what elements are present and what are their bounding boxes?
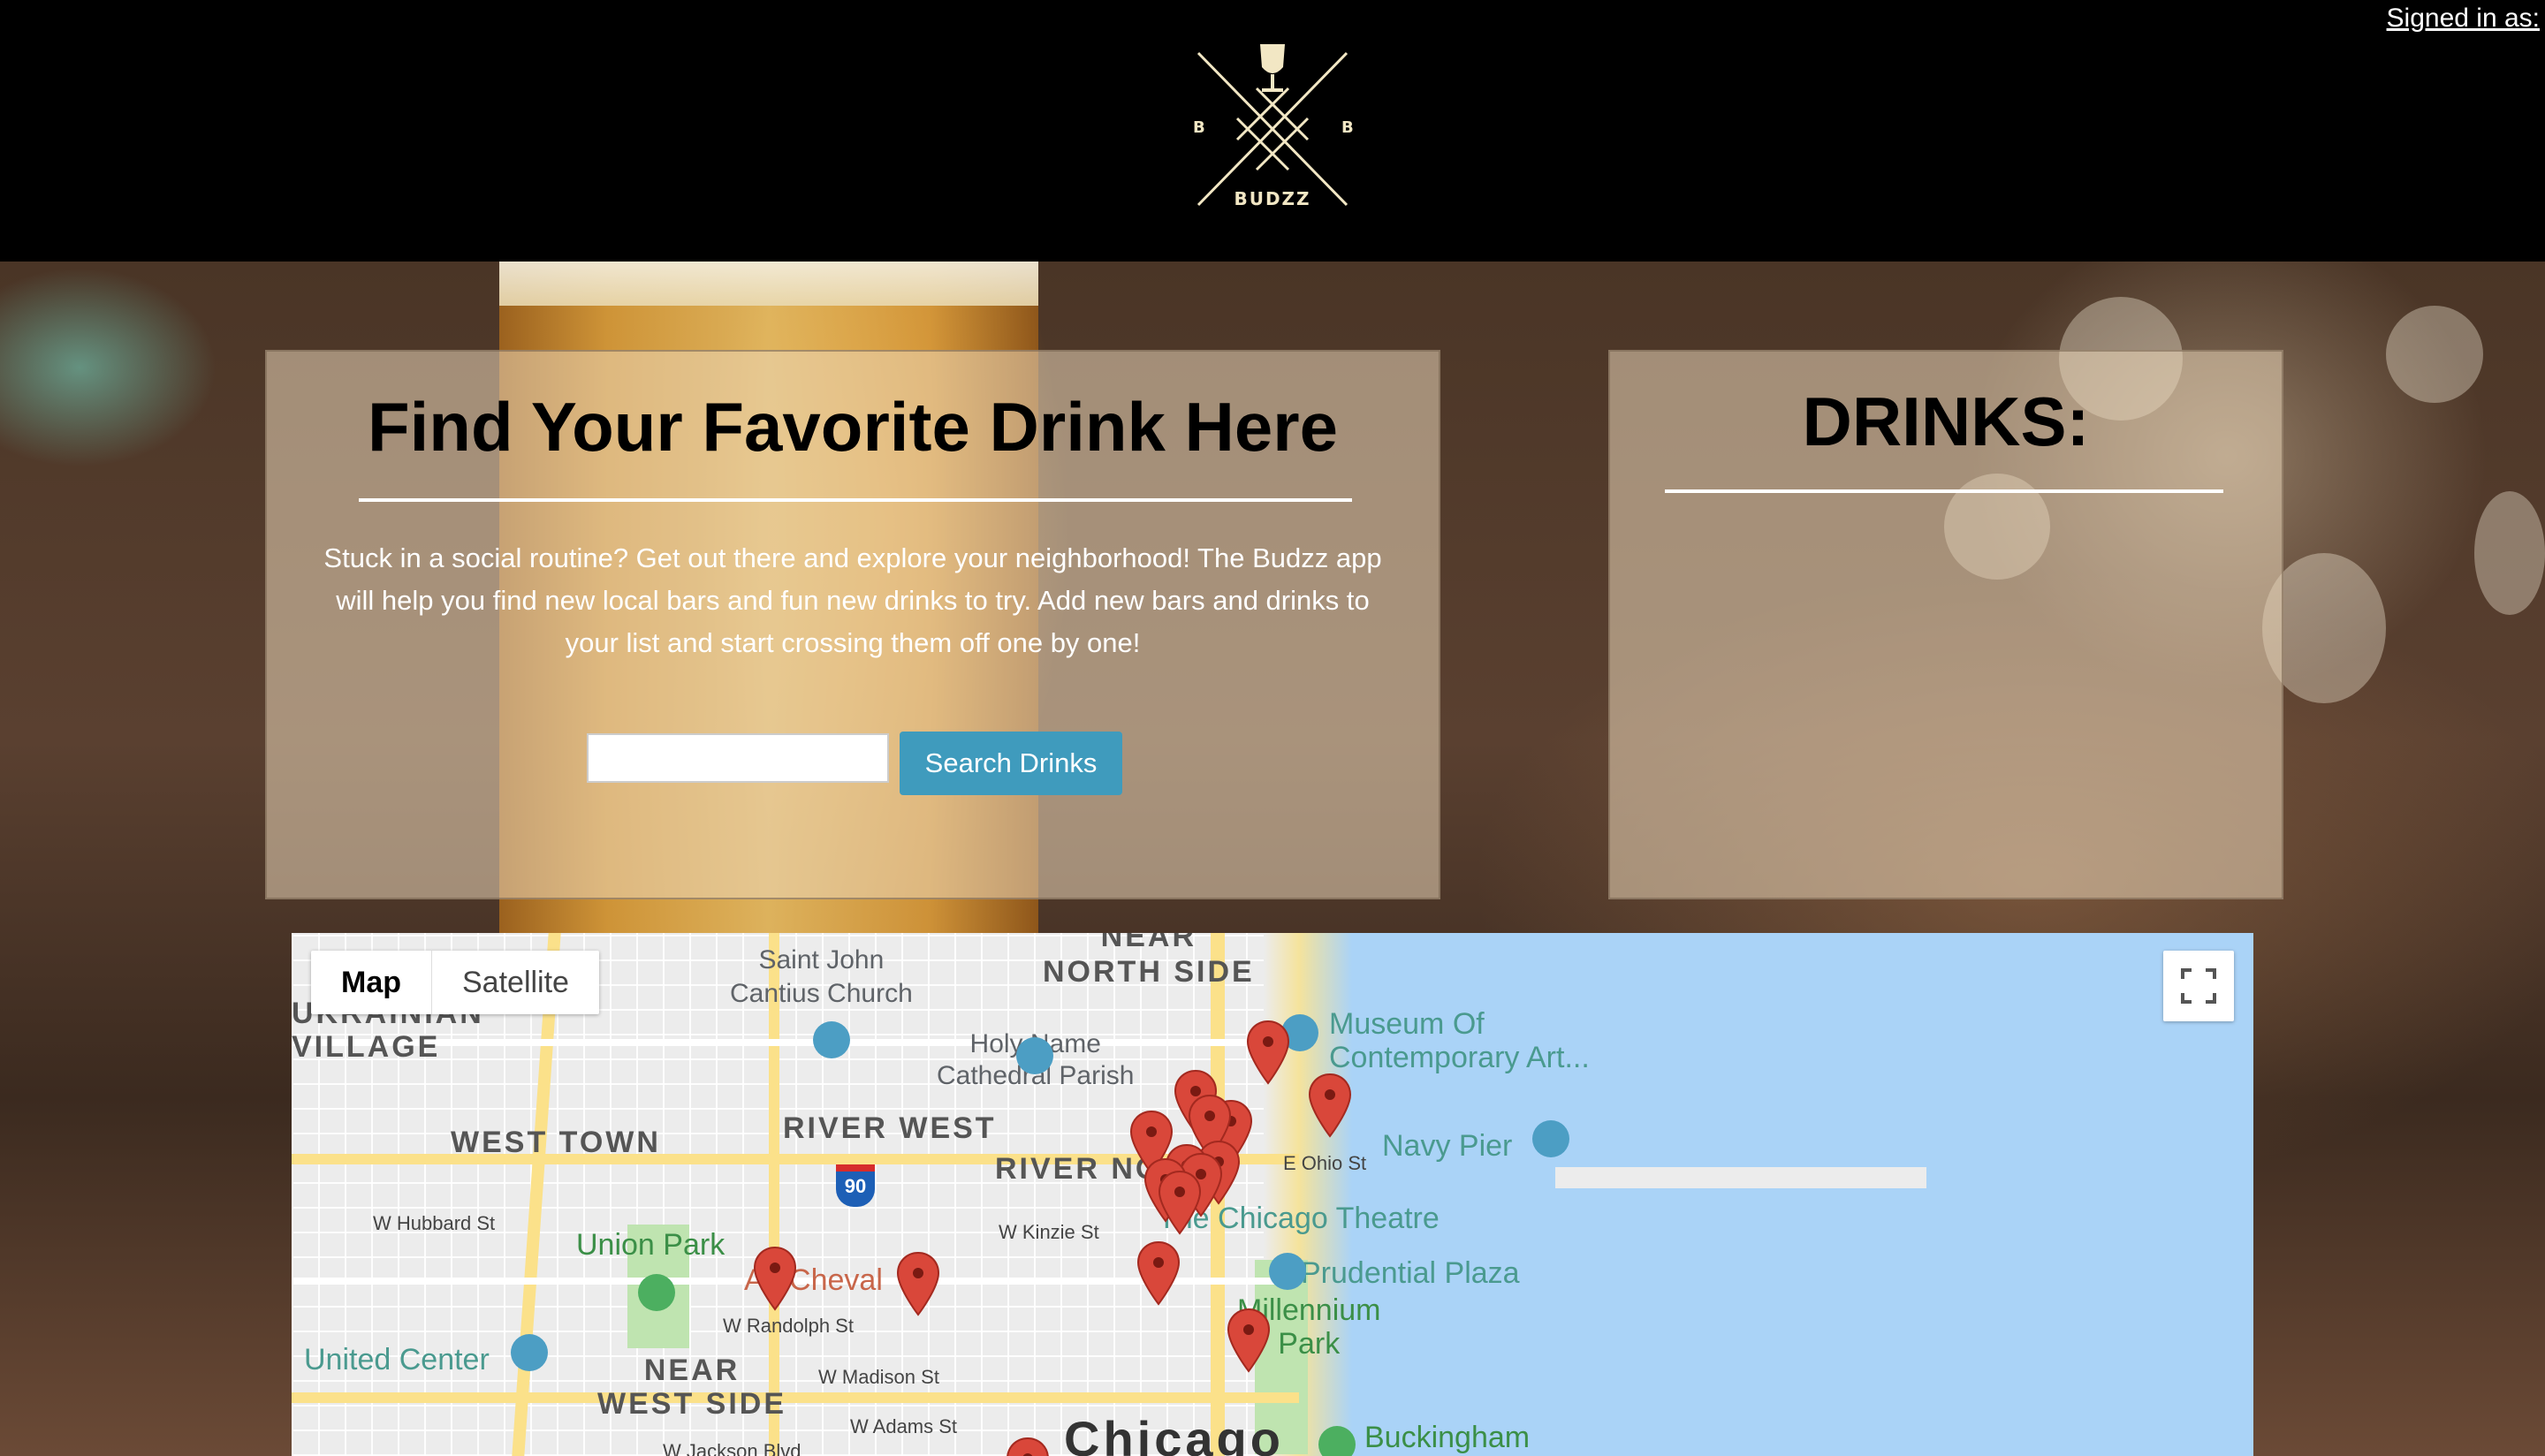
beer-foam-image	[499, 262, 1038, 306]
search-drinks-button[interactable]: Search Drinks	[900, 732, 1122, 795]
fullscreen-icon	[2181, 968, 2216, 1004]
map-type-map-button[interactable]: Map	[311, 951, 432, 1014]
top-bar: Signed in as: B B BUDZZ	[0, 0, 2545, 262]
bar-map-pin[interactable]	[1007, 1437, 1049, 1456]
signed-in-link[interactable]: Signed in as:	[2387, 4, 2540, 34]
title-divider	[359, 498, 1352, 502]
logo-wordmark: BUDZZ	[1234, 188, 1310, 209]
bar-map-pin[interactable]	[1137, 1241, 1180, 1305]
drink-search-input[interactable]	[587, 733, 889, 783]
google-map[interactable]: Saint John Cantius Church NEAR NORTH SIDE …	[292, 933, 2253, 1456]
map-type-satellite-button[interactable]: Satellite	[432, 951, 599, 1014]
map-type-control: Map Satellite	[311, 951, 599, 1014]
wine-glass-icon	[1260, 44, 1285, 92]
bar-map-pin[interactable]	[897, 1252, 939, 1316]
bar-map-pin[interactable]	[754, 1247, 796, 1310]
bokeh-light	[2474, 491, 2545, 615]
bar-map-pin[interactable]	[1247, 1020, 1289, 1084]
bar-map-pin[interactable]	[1159, 1171, 1201, 1234]
logo-letter-left: B	[1193, 118, 1205, 137]
bar-map-pin[interactable]	[1227, 1308, 1270, 1372]
drinks-title: DRINKS:	[1802, 383, 2090, 460]
search-panel: Find Your Favorite Drink Here Stuck in a…	[265, 350, 1440, 899]
drinks-panel: DRINKS:	[1608, 350, 2283, 899]
intro-text: Stuck in a social routine? Get out there…	[323, 542, 1382, 658]
budzz-logo[interactable]: B B BUDZZ	[1184, 35, 1361, 221]
logo-letter-right: B	[1341, 118, 1354, 137]
bokeh-light	[2386, 306, 2483, 403]
search-title: Find Your Favorite Drink Here	[367, 388, 1339, 466]
drinks-divider	[1665, 489, 2223, 493]
bar-map-pin[interactable]	[1309, 1073, 1351, 1137]
fullscreen-button[interactable]	[2163, 951, 2234, 1021]
